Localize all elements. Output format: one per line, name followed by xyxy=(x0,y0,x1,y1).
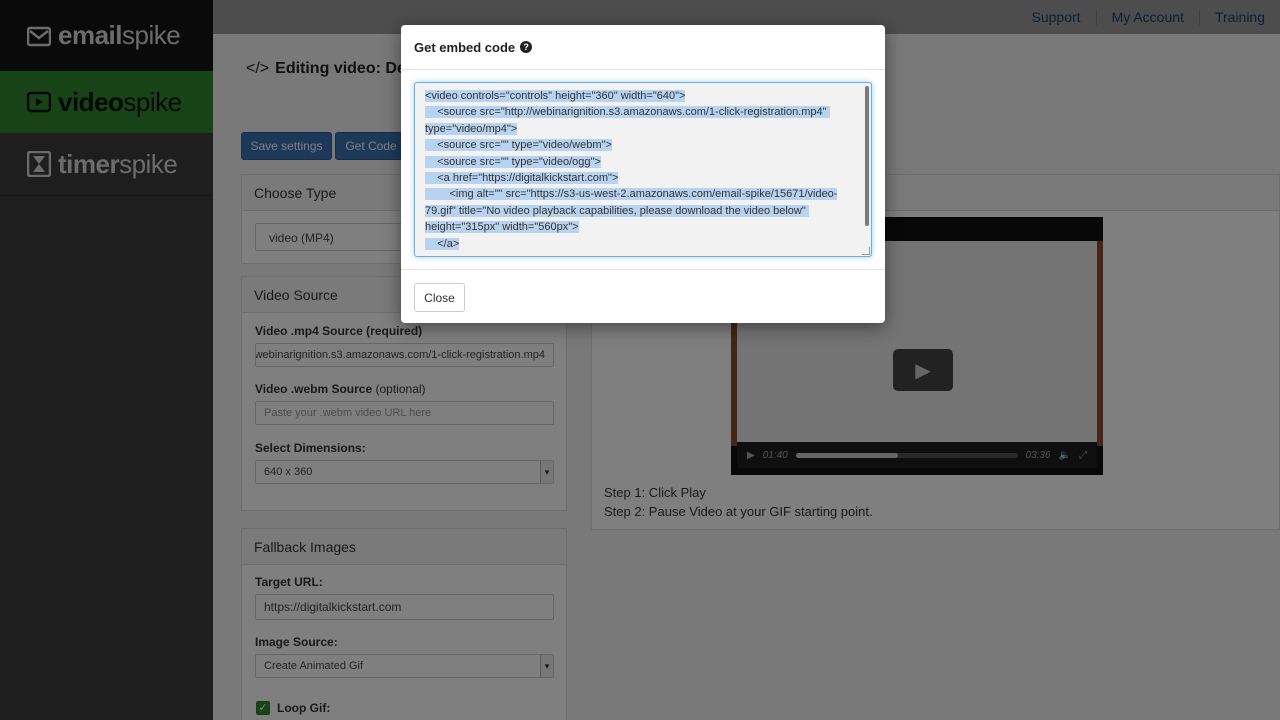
help-icon[interactable]: ? xyxy=(520,41,533,53)
close-button[interactable]: Close xyxy=(414,283,465,312)
embed-code-modal: Get embed code ? <video controls="contro… xyxy=(401,25,885,323)
embed-code-text: <video controls="controls" height="360" … xyxy=(425,88,855,252)
code-line: </a> xyxy=(425,237,460,250)
code-line: <video controls="controls" height="360" … xyxy=(425,90,686,102)
resize-handle[interactable] xyxy=(862,247,870,255)
code-line: <img alt="" src="https://s3-us-west-2.am… xyxy=(425,188,838,234)
embed-code-textarea[interactable]: <video controls="controls" height="360" … xyxy=(414,82,872,257)
modal-header: Get embed code ? xyxy=(401,25,885,70)
code-line: <a href="https://digitalkickstart.com"> xyxy=(425,172,619,185)
code-line: <source src="http://webinarignition.s3.a… xyxy=(425,106,830,135)
modal-title: Get embed code xyxy=(414,39,516,55)
code-line: <source src="" type="video/webm"> xyxy=(425,139,612,152)
textarea-scrollbar[interactable] xyxy=(865,86,869,226)
modal-footer: Close xyxy=(401,269,885,323)
code-line: <source src="" type="video/ogg"> xyxy=(425,155,601,168)
